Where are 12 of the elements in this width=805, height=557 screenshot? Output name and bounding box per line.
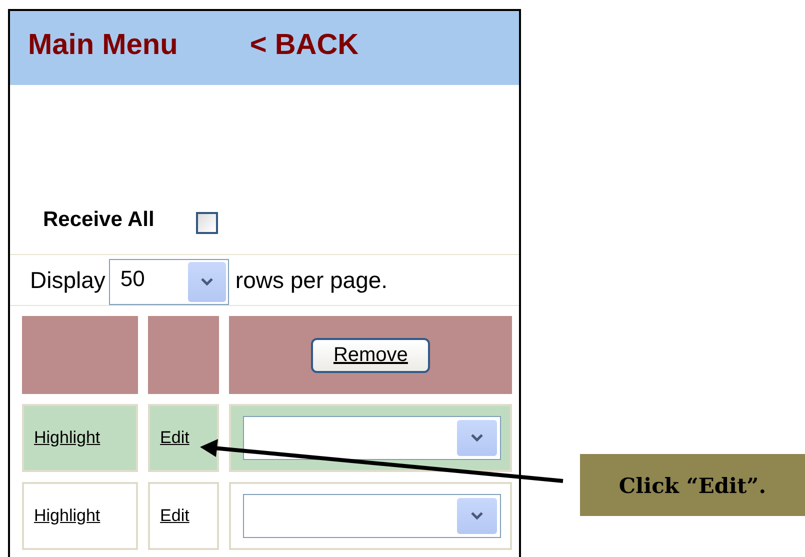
display-label: Display [30,266,106,294]
edit-link[interactable]: Edit [160,428,190,447]
highlight-link[interactable]: Highlight [34,428,100,447]
rows-dropdown[interactable]: 50 [109,259,230,305]
callout-box: Click “Edit”. [580,454,805,516]
edit-link[interactable]: Edit [160,506,190,525]
nav-link[interactable]: < BACK [250,28,359,62]
nav-link[interactable]: Main Menu [28,28,178,62]
rows-per-page-label: rows per page. [235,266,388,294]
receive-all-label: Receive All [43,208,154,232]
remove-button[interactable]: Remove [311,338,430,372]
highlight-link[interactable]: Highlight [34,506,100,525]
